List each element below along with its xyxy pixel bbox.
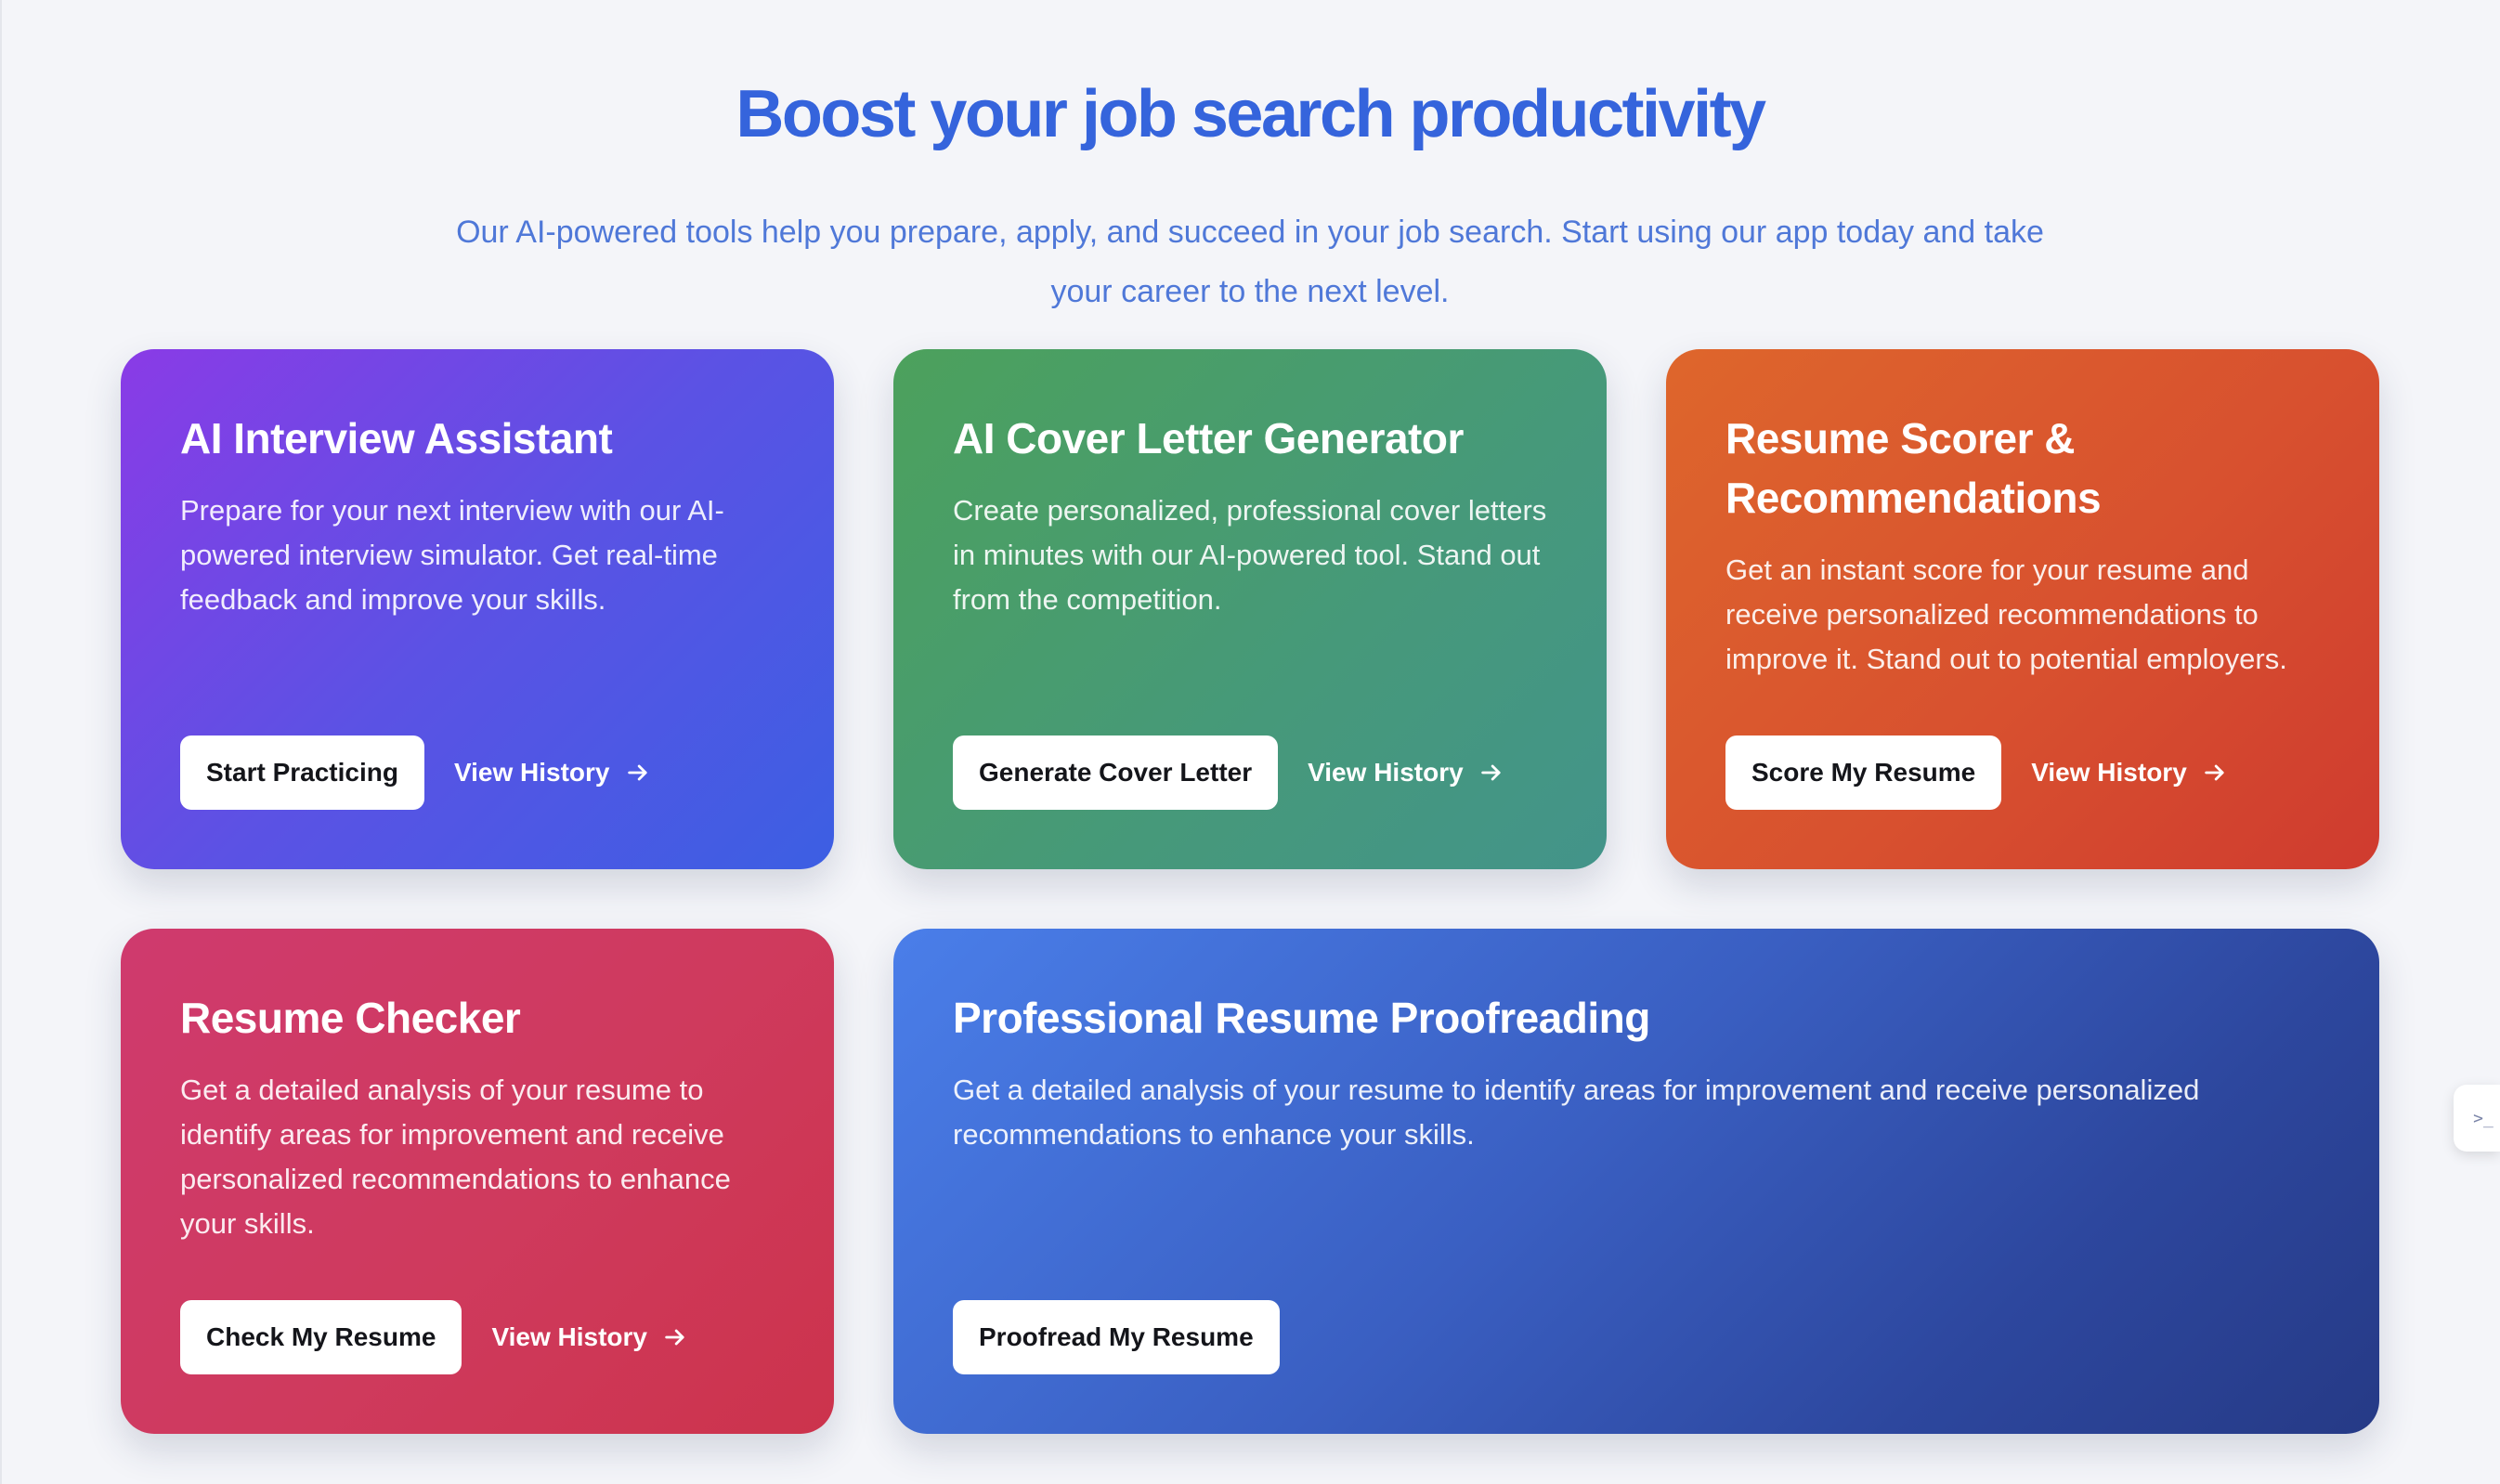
view-history-link[interactable]: View History <box>454 758 651 788</box>
card-actions: Score My Resume View History <box>1725 735 2228 810</box>
arrow-right-icon <box>2205 764 2224 781</box>
terminal-widget-tab[interactable]: >_ <box>2454 1085 2500 1152</box>
card-ai-cover-letter-generator: AI Cover Letter Generator Create persona… <box>893 349 1607 869</box>
card-title: AI Interview Assistant <box>180 414 613 462</box>
card-title: Resume Scorer & Recommendations <box>1725 414 2102 522</box>
page: Boost your job search productivity Our A… <box>0 0 2500 1484</box>
card-resume-checker: Resume Checker Get a detailed analysis o… <box>121 929 834 1434</box>
card-description: Create personalized, professional cover … <box>953 494 1547 616</box>
card-description: Get an instant score for your resume and… <box>1725 553 2287 675</box>
card-actions: Proofread My Resume <box>953 1300 1280 1374</box>
card-professional-resume-proofreading: Professional Resume Proofreading Get a d… <box>893 929 2379 1434</box>
arrow-right-icon <box>627 764 647 781</box>
card-description: Get a detailed analysis of your resume t… <box>180 1074 731 1240</box>
page-title: Boost your job search productivity <box>736 77 1766 151</box>
card-actions: Start Practicing View History <box>180 735 651 810</box>
card-actions: Generate Cover Letter View History <box>953 735 1504 810</box>
card-resume-scorer: Resume Scorer & Recommendations Get an i… <box>1666 349 2379 869</box>
check-my-resume-button[interactable]: Check My Resume <box>180 1300 462 1374</box>
page-subtitle: Our AI-powered tools help you prepare, a… <box>456 215 2044 309</box>
terminal-icon: >_ <box>2473 1108 2493 1128</box>
card-title: AI Cover Letter Generator <box>953 414 1464 462</box>
view-history-label: View History <box>453 758 610 787</box>
page-edge-divider <box>0 0 2 1484</box>
arrow-right-icon <box>1480 764 1501 781</box>
view-history-label: View History <box>491 1322 647 1351</box>
view-history-label: View History <box>1308 758 1464 787</box>
start-practicing-button[interactable]: Start Practicing <box>180 735 424 810</box>
card-actions: Check My Resume View History <box>180 1300 688 1374</box>
card-description: Prepare for your next interview with our… <box>180 494 724 616</box>
card-title: Resume Checker <box>180 994 521 1042</box>
proofread-my-resume-button[interactable]: Proofread My Resume <box>953 1300 1280 1374</box>
generate-cover-letter-button[interactable]: Generate Cover Letter <box>953 735 1279 810</box>
view-history-label: View History <box>2031 758 2187 787</box>
card-title: Professional Resume Proofreading <box>953 994 1650 1042</box>
arrow-right-icon <box>665 1329 684 1346</box>
score-my-resume-button[interactable]: Score My Resume <box>1725 735 2002 810</box>
view-history-link[interactable]: View History <box>491 1322 688 1352</box>
view-history-link[interactable]: View History <box>1308 758 1504 788</box>
card-ai-interview-assistant: AI Interview Assistant Prepare for your … <box>121 349 834 869</box>
view-history-link[interactable]: View History <box>2031 758 2228 788</box>
card-description: Get a detailed analysis of your resume t… <box>953 1074 2200 1151</box>
